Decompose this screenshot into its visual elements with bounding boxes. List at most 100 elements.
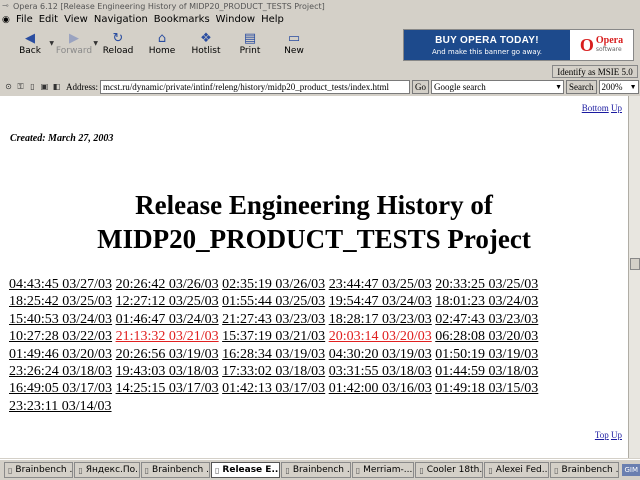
history-link[interactable]: 18:01:23 03/24/03 bbox=[435, 294, 538, 309]
security-icon[interactable]: ⚿ bbox=[15, 81, 26, 92]
history-link[interactable]: 19:43:03 03/18/03 bbox=[116, 364, 219, 379]
save-icon[interactable]: ▣ bbox=[39, 81, 50, 92]
menu-navigation[interactable]: Navigation bbox=[92, 14, 152, 25]
history-link[interactable]: 04:43:45 03/27/03 bbox=[9, 277, 112, 292]
print-icon: ▤ bbox=[243, 30, 257, 46]
history-link[interactable]: 12:27:12 03/25/03 bbox=[116, 294, 219, 309]
history-link[interactable]: 18:28:17 03/23/03 bbox=[329, 312, 432, 327]
menu-file[interactable]: File bbox=[14, 14, 37, 25]
tab-label: Brainbench ... bbox=[15, 465, 74, 475]
window-menu-icon[interactable]: ⊸ bbox=[2, 2, 10, 10]
history-link[interactable]: 20:26:42 03/26/03 bbox=[116, 277, 219, 292]
history-link[interactable]: 20:26:56 03/19/03 bbox=[116, 347, 219, 362]
menu-edit[interactable]: Edit bbox=[37, 14, 62, 25]
history-link[interactable]: 02:35:19 03/26/03 bbox=[222, 277, 325, 292]
zoom-select[interactable]: 200% ▼ bbox=[598, 79, 639, 94]
history-link[interactable]: 23:26:24 03/18/03 bbox=[9, 364, 112, 379]
history-link[interactable]: 06:28:08 03/20/03 bbox=[435, 329, 538, 344]
window-tab[interactable]: ▯ Brainbench ... bbox=[550, 462, 620, 478]
history-link[interactable]: 21:27:43 03/23/03 bbox=[222, 312, 325, 327]
back-button[interactable]: ◀ Back ▼ bbox=[8, 27, 54, 63]
go-button[interactable]: Go bbox=[412, 79, 429, 94]
tab-page-icon: ▯ bbox=[355, 465, 361, 475]
window-tab[interactable]: ▯ Brainbench ... bbox=[281, 462, 351, 478]
scrollbar-thumb[interactable] bbox=[630, 258, 640, 270]
home-button[interactable]: ⌂ Home bbox=[140, 27, 184, 63]
opera-menu-icon[interactable]: ◉ bbox=[2, 15, 12, 25]
history-link[interactable]: 03:31:55 03/18/03 bbox=[329, 364, 432, 379]
search-engine-select[interactable]: Google search ▼ bbox=[431, 79, 564, 94]
ad-subline: And make this banner go away. bbox=[432, 47, 542, 56]
bottom-link[interactable]: Bottom bbox=[582, 103, 609, 113]
window-tab[interactable]: ▯ Cooler 18th... bbox=[415, 462, 484, 478]
history-link[interactable]: 16:49:05 03/17/03 bbox=[9, 381, 112, 396]
window-tab[interactable]: ▯ Яндекс.По... bbox=[74, 462, 140, 478]
menu-help[interactable]: Help bbox=[259, 14, 288, 25]
history-link[interactable]: 17:33:02 03/18/03 bbox=[222, 364, 325, 379]
opera-logo: O Opera software bbox=[570, 30, 633, 60]
identify-as-button[interactable]: Identify as MSIE 5.0 bbox=[552, 65, 638, 78]
history-link[interactable]: 01:50:19 03/19/03 bbox=[435, 347, 538, 362]
tab-label: Brainbench ... bbox=[561, 465, 620, 475]
history-link[interactable]: 10:27:28 03/22/03 bbox=[9, 329, 112, 344]
menu-view[interactable]: View bbox=[62, 14, 92, 25]
history-link[interactable]: 18:25:42 03/25/03 bbox=[9, 294, 112, 309]
history-link[interactable]: 23:44:47 03/25/03 bbox=[329, 277, 432, 292]
vertical-scrollbar[interactable] bbox=[628, 96, 640, 458]
history-link[interactable]: 01:44:59 03/18/03 bbox=[435, 364, 538, 379]
window-tab[interactable]: ▯ Brainbench ... bbox=[4, 462, 74, 478]
tab-page-icon: ▯ bbox=[8, 465, 13, 475]
hotlist-label: Hotlist bbox=[191, 46, 221, 56]
forward-button[interactable]: ▶ Forward ▼ bbox=[52, 27, 98, 63]
history-link[interactable]: 02:47:43 03/23/03 bbox=[435, 312, 538, 327]
history-link[interactable]: 14:25:15 03/17/03 bbox=[116, 381, 219, 396]
up-link[interactable]: Up bbox=[611, 103, 622, 113]
history-link[interactable]: 16:28:34 03/19/03 bbox=[222, 347, 325, 362]
title-line-2: MIDP20_PRODUCT_TESTS Project bbox=[97, 224, 531, 254]
history-link[interactable]: 19:54:47 03/24/03 bbox=[329, 294, 432, 309]
history-link[interactable]: 01:49:18 03/15/03 bbox=[435, 381, 538, 396]
window-tab[interactable]: ▯ Brainbench ... bbox=[140, 462, 210, 478]
back-label: Back bbox=[19, 46, 41, 56]
tab-label: Alexei Fed.... bbox=[495, 465, 550, 475]
history-link[interactable]: 01:42:13 03/17/03 bbox=[222, 381, 325, 396]
home-icon: ⌂ bbox=[157, 30, 167, 46]
ad-text[interactable]: BUY OPERA TODAY! And make this banner go… bbox=[404, 30, 570, 60]
history-link[interactable]: 20:33:25 03/25/03 bbox=[435, 277, 538, 292]
history-link[interactable]: 23:23:11 03/14/03 bbox=[9, 399, 112, 414]
window-tab[interactable]: ▯ Alexei Fed.... bbox=[484, 462, 550, 478]
cookie-icon[interactable]: ⊙ bbox=[3, 81, 14, 92]
tab-page-icon: ▯ bbox=[144, 465, 150, 475]
menu-bookmarks[interactable]: Bookmarks bbox=[152, 14, 214, 25]
tray-indicator[interactable]: GIM bbox=[622, 464, 640, 476]
new-button[interactable]: ▭ New bbox=[272, 27, 316, 63]
page-icon[interactable]: ▯ bbox=[27, 81, 38, 92]
history-link[interactable]: 01:55:44 03/25/03 bbox=[222, 294, 325, 309]
lock-icon[interactable]: ◧ bbox=[51, 81, 62, 92]
history-link[interactable]: 01:46:47 03/24/03 bbox=[116, 312, 219, 327]
history-link[interactable]: 21:13:32 03/21/03 bbox=[116, 329, 219, 344]
window-title: Opera 6.12 [Release Engineering History … bbox=[13, 1, 325, 11]
address-input[interactable]: mcst.ru/dynamic/private/intinf/releng/hi… bbox=[100, 79, 410, 94]
title-line-1: Release Engineering History of bbox=[135, 190, 493, 220]
history-link[interactable]: 01:49:46 03/20/03 bbox=[9, 347, 112, 362]
window-tab[interactable]: ▯ Merriam-..... bbox=[351, 462, 415, 478]
history-link[interactable]: 20:03:14 03/20/03 bbox=[329, 329, 432, 344]
hotlist-button[interactable]: ❖ Hotlist bbox=[184, 27, 228, 63]
address-label: Address: bbox=[66, 81, 98, 92]
reload-button[interactable]: ↻ Reload bbox=[96, 27, 140, 63]
tab-page-icon: ▯ bbox=[488, 465, 493, 475]
history-link[interactable]: 04:30:20 03/19/03 bbox=[329, 347, 432, 362]
menu-window[interactable]: Window bbox=[214, 14, 259, 25]
up-link-bottom[interactable]: Up bbox=[611, 430, 622, 440]
history-link[interactable]: 15:40:53 03/24/03 bbox=[9, 312, 112, 327]
tab-label: Brainbench ... bbox=[152, 465, 210, 475]
history-link[interactable]: 01:42:00 03/16/03 bbox=[329, 381, 432, 396]
top-link[interactable]: Top bbox=[595, 430, 609, 440]
window-tab[interactable]: ▯ Release E.... bbox=[211, 462, 281, 478]
search-button[interactable]: Search bbox=[566, 79, 597, 94]
opera-ad-banner[interactable]: BUY OPERA TODAY! And make this banner go… bbox=[403, 29, 634, 61]
history-link[interactable]: 15:37:19 03/21/03 bbox=[222, 329, 325, 344]
print-button[interactable]: ▤ Print bbox=[228, 27, 272, 63]
created-date: Created: March 27, 2003 bbox=[10, 133, 114, 144]
